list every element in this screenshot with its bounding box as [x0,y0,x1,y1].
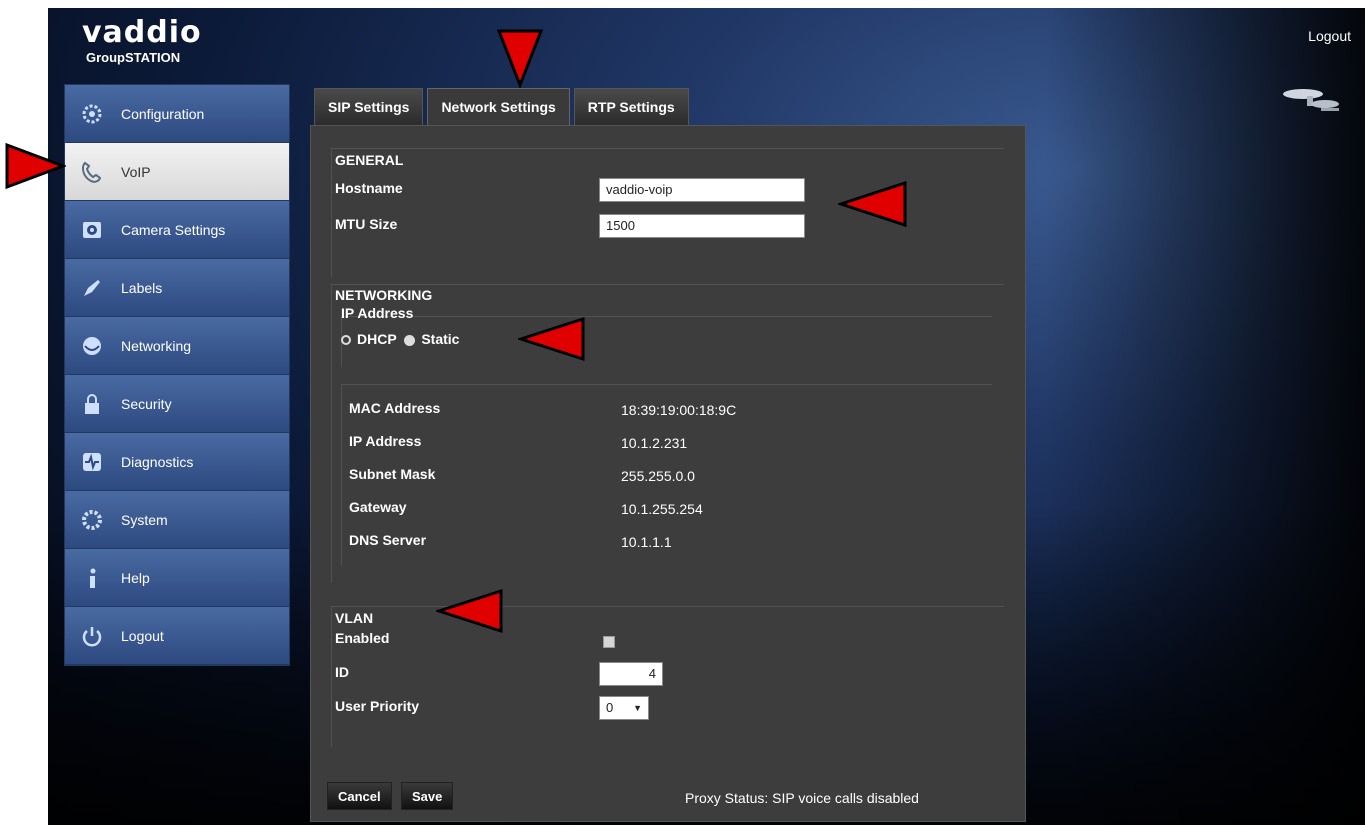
product-name: GroupSTATION [86,50,181,65]
starship-icon [1283,89,1339,111]
sidebar-item-logout[interactable]: Logout [65,607,289,665]
ip-mode-radio-group: DHCP Static [341,331,459,347]
sidebar-item-label: Camera Settings [121,221,226,238]
pen-icon [79,275,105,301]
sidebar-item-diagnostics[interactable]: Diagnostics [65,433,289,491]
ip-address-label: IP Address [349,433,422,449]
sidebar-item-label: Diagnostics [121,453,194,470]
sidebar-item-networking[interactable]: Networking [65,317,289,375]
save-button[interactable]: Save [401,782,454,810]
dropdown-arrow-icon: ▼ [633,703,642,713]
tab-rtp-settings[interactable]: RTP Settings [573,88,689,125]
sidebar-item-system[interactable]: System [65,491,289,549]
mtu-size-label: MTU Size [335,216,398,232]
networking-title: NETWORKING [335,287,433,303]
subnet-mask-label: Subnet Mask [349,466,436,482]
power-icon [79,623,105,649]
diagnostics-icon [79,449,105,475]
camera-icon [79,217,105,243]
sidebar-item-security[interactable]: Security [65,375,289,433]
subnet-mask-value: 255.255.0.0 [621,468,695,484]
mac-address-value: 18:39:19:00:18:9C [621,402,737,418]
proxy-status-text: Proxy Status: SIP voice calls disabled [685,790,919,806]
user-priority-select[interactable]: 0 ▼ [599,696,649,720]
settings-tabs: SIP Settings Network Settings RTP Settin… [314,88,693,125]
vlan-enabled-checkbox[interactable] [603,636,615,648]
tab-sip-settings[interactable]: SIP Settings [314,88,424,125]
callout-arrow-voip [5,142,66,190]
dns-server-value: 10.1.1.1 [621,534,672,550]
user-priority-value: 0 [606,700,614,715]
sidebar-item-label: Security [121,395,172,412]
callout-arrow-ip-address [518,316,585,362]
mtu-size-input[interactable]: 1500 [599,214,805,238]
callout-arrow-vlan [436,588,503,634]
background-shade-right [1045,8,1365,825]
ip-address-title: IP Address [341,305,414,321]
sidebar-item-configuration[interactable]: Configuration [65,85,289,143]
gear-icon [79,101,105,127]
mac-address-label: MAC Address [349,400,441,416]
vlan-id-label: ID [335,664,349,680]
vlan-section [331,606,1004,747]
sidebar-item-label: Configuration [121,105,205,122]
vlan-id-input[interactable]: 4 [599,662,663,686]
sidebar-item-label: Logout [121,627,164,644]
info-icon [79,565,105,591]
sidebar-item-labels[interactable]: Labels [65,259,289,317]
sidebar-item-camera-settings[interactable]: Camera Settings [65,201,289,259]
hostname-input[interactable]: vaddio-voip [599,178,805,202]
sidebar-item-help[interactable]: Help [65,549,289,607]
lock-icon [79,391,105,417]
callout-arrow-general [838,180,907,228]
system-gear-icon [79,507,105,533]
network-icon [79,333,105,359]
sidebar-item-label: Networking [121,337,192,354]
callout-arrow-tab [496,29,544,88]
ip-address-value: 10.1.2.231 [621,435,688,451]
gateway-label: Gateway [349,499,407,515]
dhcp-radio[interactable] [341,335,351,346]
general-title: GENERAL [335,152,404,168]
header-logout-link[interactable]: Logout [1308,28,1351,44]
dhcp-label: DHCP [357,331,397,347]
vlan-enabled-label: Enabled [335,630,390,646]
gateway-value: 10.1.255.254 [621,501,703,517]
sidebar-item-label: Help [121,569,150,586]
brand-name: vaddio [82,15,202,50]
sidebar-item-label: Labels [121,279,163,296]
tab-network-settings[interactable]: Network Settings [427,88,570,125]
cancel-button[interactable]: Cancel [327,782,392,810]
network-settings-panel: GENERAL Hostname vaddio-voip MTU Size 15… [310,125,1026,822]
static-label: Static [421,331,460,347]
dns-server-label: DNS Server [349,532,427,548]
sidebar-item-label: VoIP [121,163,151,180]
hostname-label: Hostname [335,180,403,196]
user-priority-label: User Priority [335,698,420,714]
sidebar-item-label: System [121,511,168,528]
static-radio[interactable] [404,334,416,346]
sidebar-nav: Configuration VoIP Camera Settings Label… [64,84,290,666]
app-window: vaddio GroupSTATION Logout Configuration… [48,8,1365,825]
brand-logo: vaddio GroupSTATION [82,15,202,66]
phone-icon [79,159,105,185]
vlan-title: VLAN [335,610,374,626]
sidebar-item-voip[interactable]: VoIP [65,143,289,201]
